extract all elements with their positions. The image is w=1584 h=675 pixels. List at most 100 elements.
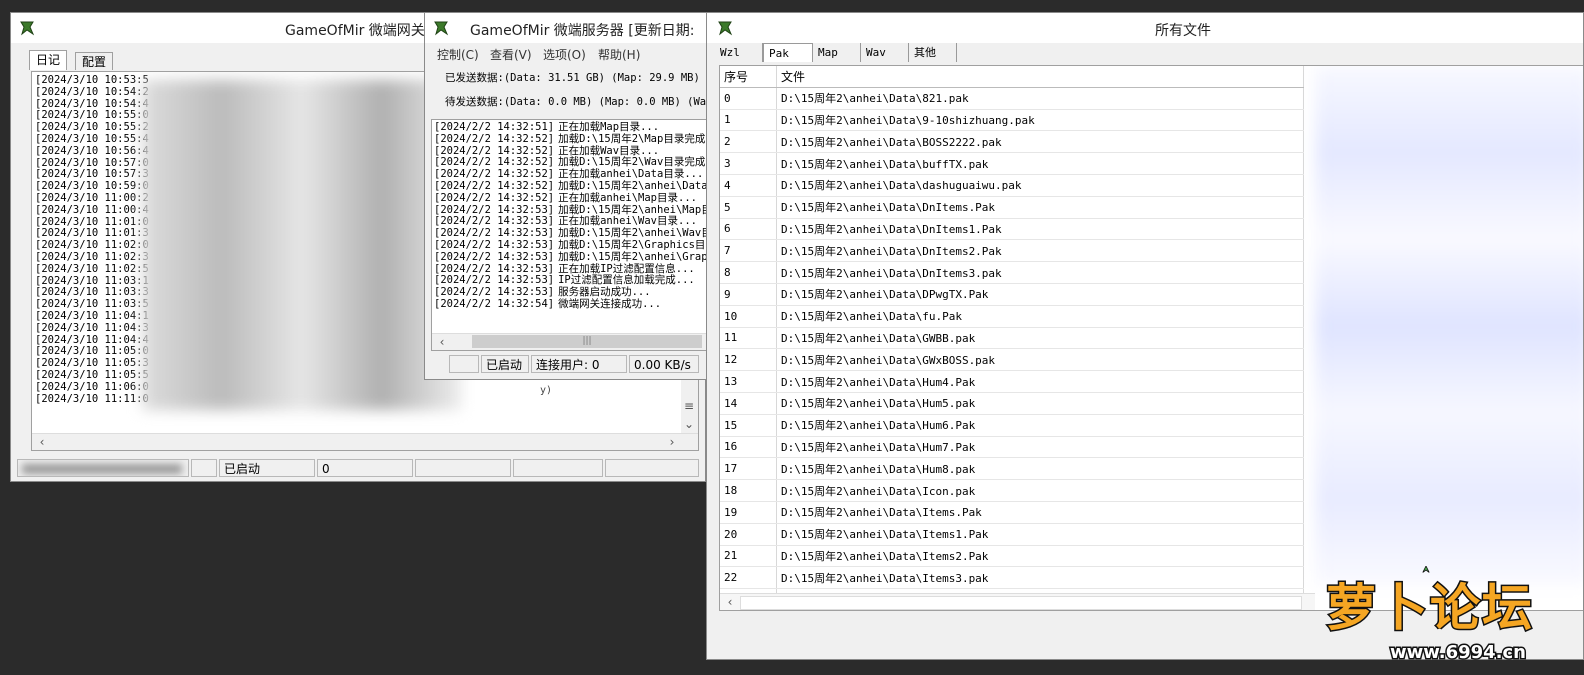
log-timestamp: [2024/2/2 14:32:52] [434,179,555,192]
app-icon [434,21,449,36]
table-row[interactable]: 3 D:\15周年2\anhei\Data\buffTX.pak [720,152,1304,175]
files-window: 所有文件 Wzl Pak Map Wav 其他 序号 文件 0 D:\15周年2\… [706,12,1584,660]
log-message: 正在加载IP过滤配置信息... [558,262,695,275]
menu-options[interactable]: 选项(O) [543,46,586,63]
files-list-panel: 序号 文件 0 D:\15周年2\anhei\Data\821.pak 1 D:\15… [719,65,1583,611]
table-row[interactable]: 15 D:\15周年2\anhei\Data\Hum6.Pak [720,414,1304,437]
log-line: [2024/3/10 11:00:4 [35,203,149,216]
gateway-status-cell6 [605,459,699,477]
table-row[interactable]: 18 D:\15周年2\anhei\Data\Icon.pak [720,479,1304,502]
app-icon [718,21,733,36]
scroll-right-icon[interactable]: › [664,434,680,450]
horizontal-scrollbar[interactable]: ‹ ||| [432,333,709,350]
scroll-thumb[interactable] [740,596,1302,610]
tab-map[interactable]: Map [813,43,861,62]
tab-wzl[interactable]: Wzl [715,43,763,62]
table-row[interactable]: 12 D:\15周年2\anhei\Data\GWxBOSS.pak [720,348,1304,372]
tab-other[interactable]: 其他 [909,43,957,62]
log-message: 加载D:\15周年2\Graphics目录 [558,238,710,251]
files-title: 所有文件 [1155,23,1211,39]
log-line: [2024/3/10 11:11:0 [35,392,149,405]
row-index: 12 [720,348,777,372]
tab-pak[interactable]: Pak [763,43,813,62]
scroll-left-icon[interactable]: ‹ [34,434,50,450]
log-message: 加载D:\15周年2\anhei\Graph [558,250,710,263]
gateway-log-list: [2024/3/10 10:53:5 [2024/3/10 10:54:2 [202… [35,74,149,405]
scroll-thumb-icon[interactable]: ≡ [681,398,697,414]
row-file-path: D:\15周年2\anhei\Data\fu.Pak [776,305,1304,328]
table-row[interactable]: 6 D:\15周年2\anhei\Data\DnItems1.Pak [720,218,1304,241]
table-row[interactable]: 17 D:\15周年2\anhei\Data\Hum8.pak [720,457,1304,481]
files-titlebar[interactable]: 所有文件 [707,13,1583,43]
table-row[interactable]: 19 D:\15周年2\anhei\Data\Items.Pak [720,501,1304,524]
column-file[interactable]: 文件 [776,66,1304,88]
menu-help[interactable]: 帮助(H) [598,46,640,63]
table-row[interactable]: 21 D:\15周年2\anhei\Data\Items2.Pak [720,545,1304,568]
table-row[interactable]: 1 D:\15周年2\anhei\Data\9-10shizhuang.pak [720,109,1304,132]
row-index: 20 [720,523,777,546]
table-row[interactable]: 8 D:\15周年2\anhei\Data\DnItems3.pak [720,261,1304,284]
table-row[interactable]: 20 D:\15周年2\anhei\Data\Items1.Pak [720,523,1304,546]
gateway-status-state: 已启动 [219,459,315,477]
log-line: [2024/3/10 11:04:3 [35,321,149,334]
tab-wav[interactable]: Wav [861,43,909,62]
table-row[interactable]: 2 D:\15周年2\anhei\Data\BOSS2222.pak [720,130,1304,154]
server-title: GameOfMir 微端服务器 [更新日期: [470,23,695,39]
log-timestamp: [2024/2/2 14:32:53] [434,227,555,240]
tab-log[interactable]: 日记 [29,50,68,70]
table-row[interactable]: 14 D:\15周年2\anhei\Data\Hum5.pak [720,392,1304,415]
scroll-down-icon[interactable]: ⌄ [681,416,697,432]
tab-wav-label: Wav [866,46,886,59]
server-window: GameOfMir 微端服务器 [更新日期: 控制(C) 查看(V) 选项(O)… [424,12,710,380]
tab-map-label: Map [818,46,838,59]
menu-view[interactable]: 查看(V) [490,46,532,63]
log-line: [2024/3/10 11:04:1 [35,309,149,322]
log-line: [2024/3/10 11:06:0 [35,380,149,393]
server-titlebar[interactable]: GameOfMir 微端服务器 [更新日期: [425,13,709,43]
table-row[interactable]: 9 D:\15周年2\anhei\Data\DPwgTX.Pak [720,283,1304,306]
log-timestamp: [2024/2/2 14:32:52] [434,144,555,157]
log-timestamp: [2024/2/2 14:32:53] [434,203,555,216]
table-row[interactable]: 0 D:\15周年2\anhei\Data\821.pak [720,87,1304,110]
horizontal-scrollbar[interactable]: ‹ [720,593,1315,610]
table-row[interactable]: 10 D:\15周年2\anhei\Data\fu.Pak [720,305,1304,328]
row-index: 8 [720,261,777,284]
log-timestamp: [2024/2/2 14:32:53] [434,274,555,287]
scroll-left-icon[interactable]: ‹ [434,334,450,350]
table-row[interactable]: 7 D:\15周年2\anhei\Data\DnItems2.Pak [720,239,1304,263]
row-file-path: D:\15周年2\anhei\Data\Items1.Pak [776,523,1304,546]
gateway-status-blurred [17,459,189,477]
horizontal-scrollbar[interactable]: ‹ › [32,433,698,450]
row-file-path: D:\15周年2\anhei\Data\BOSS2222.pak [776,130,1304,154]
pending-data-line: 待发送数据:(Data: 0.0 MB) (Map: 0.0 MB) (Wav [445,96,710,108]
carrot-icon [1422,566,1430,573]
scroll-thumb[interactable]: ||| [472,335,702,348]
row-file-path: D:\15周年2\anhei\Data\9-10shizhuang.pak [776,109,1304,132]
log-line: [2024/3/10 10:54:2 [35,85,149,98]
log-timestamp: [2024/2/2 14:32:53] [434,262,555,275]
log-line: [2024/3/10 11:02:5 [35,262,149,275]
table-row[interactable]: 5 D:\15周年2\anhei\Data\DnItems.Pak [720,196,1304,219]
row-index: 10 [720,305,777,328]
row-file-path: D:\15周年2\anhei\Data\Hum4.Pak [776,370,1304,393]
table-row[interactable]: 13 D:\15周年2\anhei\Data\Hum4.Pak [720,370,1304,393]
log-timestamp: [2024/2/2 14:32:53] [434,250,555,263]
tab-pak-label: Pak [769,47,789,60]
table-row[interactable]: 4 D:\15周年2\anhei\Data\dashuguaiwu.pak [720,174,1304,197]
row-index: 1 [720,109,777,132]
log-timestamp: [2024/2/2 14:32:52] [434,168,555,181]
row-file-path: D:\15周年2\anhei\Data\Hum5.pak [776,392,1304,415]
row-index: 17 [720,457,777,481]
scroll-left-icon[interactable]: ‹ [722,594,738,610]
table-row[interactable]: 22 D:\15周年2\anhei\Data\Items3.pak [720,566,1304,590]
row-file-path: D:\15周年2\anhei\Data\821.pak [776,87,1304,110]
menu-control[interactable]: 控制(C) [437,46,479,63]
vertical-scrollbar[interactable]: ≡ ⌄ [681,372,698,434]
log-message: 服务器启动成功... [558,286,651,299]
log-message: 正在加载anhei\Data目录... [558,168,704,181]
table-row[interactable]: 16 D:\15周年2\anhei\Data\Hum7.Pak [720,436,1304,459]
column-index[interactable]: 序号 [720,66,777,88]
tab-config[interactable]: 配置 [75,52,114,70]
table-row[interactable]: 11 D:\15周年2\anhei\Data\GWBB.pak [720,327,1304,350]
log-message: 加载D:\15周年2\anhei\Wav目 [558,227,710,240]
